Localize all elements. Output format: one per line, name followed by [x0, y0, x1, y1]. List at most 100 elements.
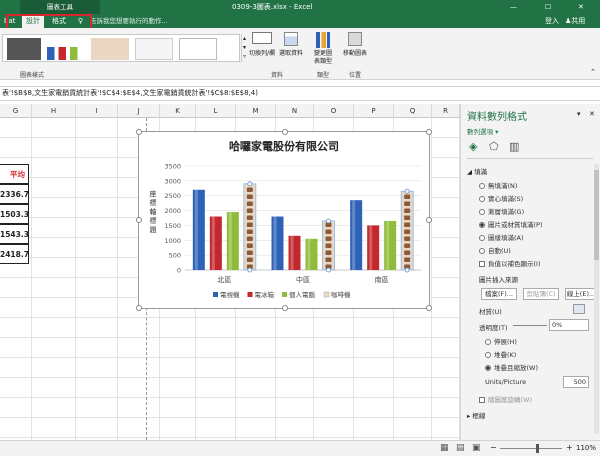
- radio-button[interactable]: [485, 339, 491, 345]
- switch-row-col-icon[interactable]: [252, 32, 272, 44]
- effects-icon[interactable]: ⬠: [489, 140, 499, 153]
- resize-handle[interactable]: [136, 217, 142, 223]
- style-thumb-4[interactable]: [135, 38, 173, 60]
- radio-button[interactable]: [479, 235, 485, 241]
- fill-option[interactable]: 圖樣填滿(A): [479, 232, 524, 242]
- fill-option[interactable]: 無填滿(N): [479, 180, 517, 190]
- switch-row-col-button[interactable]: 切換列/欄: [248, 50, 276, 58]
- column-header-l[interactable]: L: [196, 104, 236, 118]
- scroll-thumb[interactable]: [594, 170, 599, 260]
- style-thumb-2[interactable]: [47, 38, 85, 60]
- transparency-label: 透明度(T): [479, 324, 508, 332]
- cell-average-1[interactable]: 2336.7: [0, 184, 29, 204]
- column-header-g[interactable]: G: [0, 104, 32, 118]
- change-chart-type-button[interactable]: 變更圖表類型: [312, 50, 334, 66]
- collapse-ribbon-icon[interactable]: ⌃: [590, 68, 596, 76]
- column-header-j[interactable]: J: [118, 104, 160, 118]
- share-button[interactable]: ♟共用: [565, 15, 585, 28]
- change-chart-type-icon[interactable]: [316, 32, 330, 48]
- style-thumb-3[interactable]: [91, 38, 129, 60]
- radio-button[interactable]: [479, 196, 485, 202]
- zoom-out-button[interactable]: −: [490, 443, 497, 452]
- radio-button[interactable]: [479, 248, 485, 254]
- column-header-i[interactable]: I: [76, 104, 118, 118]
- resize-handle[interactable]: [282, 129, 288, 135]
- pane-scrollbar[interactable]: [594, 164, 599, 434]
- border-section-header[interactable]: ▸ 框線: [467, 410, 485, 420]
- invert-if-negative[interactable]: 負值以補色顯示(I): [479, 258, 541, 268]
- page-layout-icon[interactable]: ▤: [456, 443, 465, 453]
- zoom-slider[interactable]: [500, 448, 562, 449]
- column-header-r[interactable]: R: [432, 104, 460, 118]
- online-button[interactable]: 線上(E)...: [565, 288, 597, 300]
- fill-option[interactable]: 自動(U): [479, 245, 511, 255]
- transparency-input[interactable]: 0%: [549, 319, 589, 331]
- zoom-level[interactable]: 110%: [576, 444, 596, 452]
- cell-average-header[interactable]: 平均: [0, 164, 29, 184]
- zoom-in-button[interactable]: +: [566, 443, 573, 452]
- formula-bar[interactable]: 表'!$B$8,文生家電銷貨統計表'!$C$4:$E$4,文生家電銷貨統計表'!…: [0, 86, 600, 101]
- checkbox[interactable]: [479, 397, 485, 403]
- gallery-scroll[interactable]: ▴ ▾ ▿: [241, 34, 247, 62]
- radio-button[interactable]: [485, 352, 491, 358]
- cell-average-2[interactable]: 1503.3: [0, 204, 29, 224]
- units-picture-input[interactable]: 500: [563, 376, 589, 388]
- fill-section-header[interactable]: ◢ 填滿: [467, 166, 487, 176]
- chart-title[interactable]: 哈囉家電股份有限公司: [229, 139, 339, 153]
- clipboard-button[interactable]: 剪貼簿(C): [523, 288, 559, 300]
- pane-close-button[interactable]: ✕: [589, 110, 595, 118]
- column-header-p[interactable]: P: [354, 104, 394, 118]
- page-break-icon[interactable]: ▣: [472, 443, 481, 453]
- pane-menu-icon[interactable]: ▾: [577, 110, 581, 118]
- transparency-slider[interactable]: [513, 325, 547, 326]
- column-header-n[interactable]: N: [276, 104, 314, 118]
- picture-layout-option[interactable]: 伸展(H): [485, 336, 517, 346]
- series-options-icon[interactable]: ▥: [509, 140, 519, 153]
- minimize-button[interactable]: —: [510, 0, 517, 14]
- radio-button[interactable]: [479, 222, 485, 228]
- close-button[interactable]: ✕: [578, 0, 584, 14]
- file-button[interactable]: 檔案(F)...: [481, 288, 517, 300]
- column-header-k[interactable]: K: [160, 104, 196, 118]
- column-header-m[interactable]: M: [236, 104, 276, 118]
- tell-me-box[interactable]: 告訴我您想要執行的動作...: [90, 15, 168, 28]
- fill-option[interactable]: 實心填滿(S): [479, 193, 523, 203]
- ribbon: ▴ ▾ ▿ 圖表樣式 切換列/欄 選取資料 資料 變更圖表類型 類型 移動圖表 位置…: [0, 28, 600, 80]
- picture-layout-option[interactable]: 堆疊且縮放(W): [485, 362, 538, 372]
- resize-handle[interactable]: [426, 217, 432, 223]
- rotate-with-shape[interactable]: 隨圖案旋轉(W): [479, 394, 532, 404]
- restore-button[interactable]: ☐: [545, 0, 551, 14]
- radio-button[interactable]: [485, 365, 491, 371]
- resize-handle[interactable]: [282, 305, 288, 311]
- move-chart-button[interactable]: 移動圖表: [338, 50, 372, 58]
- checkbox[interactable]: [479, 261, 485, 267]
- resize-handle[interactable]: [136, 305, 142, 311]
- y-axis-title[interactable]: 座標軸標題: [150, 189, 157, 234]
- fill-option[interactable]: 漸層填滿(G): [479, 206, 524, 216]
- style-thumb-5[interactable]: [179, 38, 217, 60]
- select-data-icon[interactable]: [284, 32, 298, 46]
- zoom-thumb[interactable]: [536, 444, 539, 453]
- resize-handle[interactable]: [426, 129, 432, 135]
- chart-styles-gallery[interactable]: [2, 34, 240, 62]
- chart-area[interactable]: 0 500 1000 1500 2000 2500 3000 3500 北區 中區 南區 電視機 電冰…: [136, 129, 432, 311]
- radio-button[interactable]: [479, 183, 485, 189]
- move-chart-icon[interactable]: [348, 32, 362, 46]
- texture-picker[interactable]: [573, 304, 585, 314]
- style-thumb-1[interactable]: [7, 38, 41, 60]
- radio-button[interactable]: [479, 209, 485, 215]
- cell-average-3[interactable]: 1543.3: [0, 224, 29, 244]
- fill-option[interactable]: 圖片或材質填滿(P): [479, 219, 543, 229]
- sign-in-link[interactable]: 登入: [545, 15, 559, 28]
- normal-view-icon[interactable]: ▦: [440, 443, 449, 453]
- cell-average-4[interactable]: 2418.7: [0, 244, 29, 264]
- resize-handle[interactable]: [426, 305, 432, 311]
- picture-layout-option[interactable]: 堆疊(K): [485, 349, 516, 359]
- fill-line-icon[interactable]: ◈: [469, 140, 477, 153]
- resize-handle[interactable]: [136, 129, 142, 135]
- select-data-button[interactable]: 選取資料: [276, 50, 306, 58]
- column-header-h[interactable]: H: [32, 104, 76, 118]
- series-options-dropdown[interactable]: 數列選項 ▾: [467, 126, 498, 136]
- column-header-q[interactable]: Q: [394, 104, 432, 118]
- column-header-o[interactable]: O: [314, 104, 354, 118]
